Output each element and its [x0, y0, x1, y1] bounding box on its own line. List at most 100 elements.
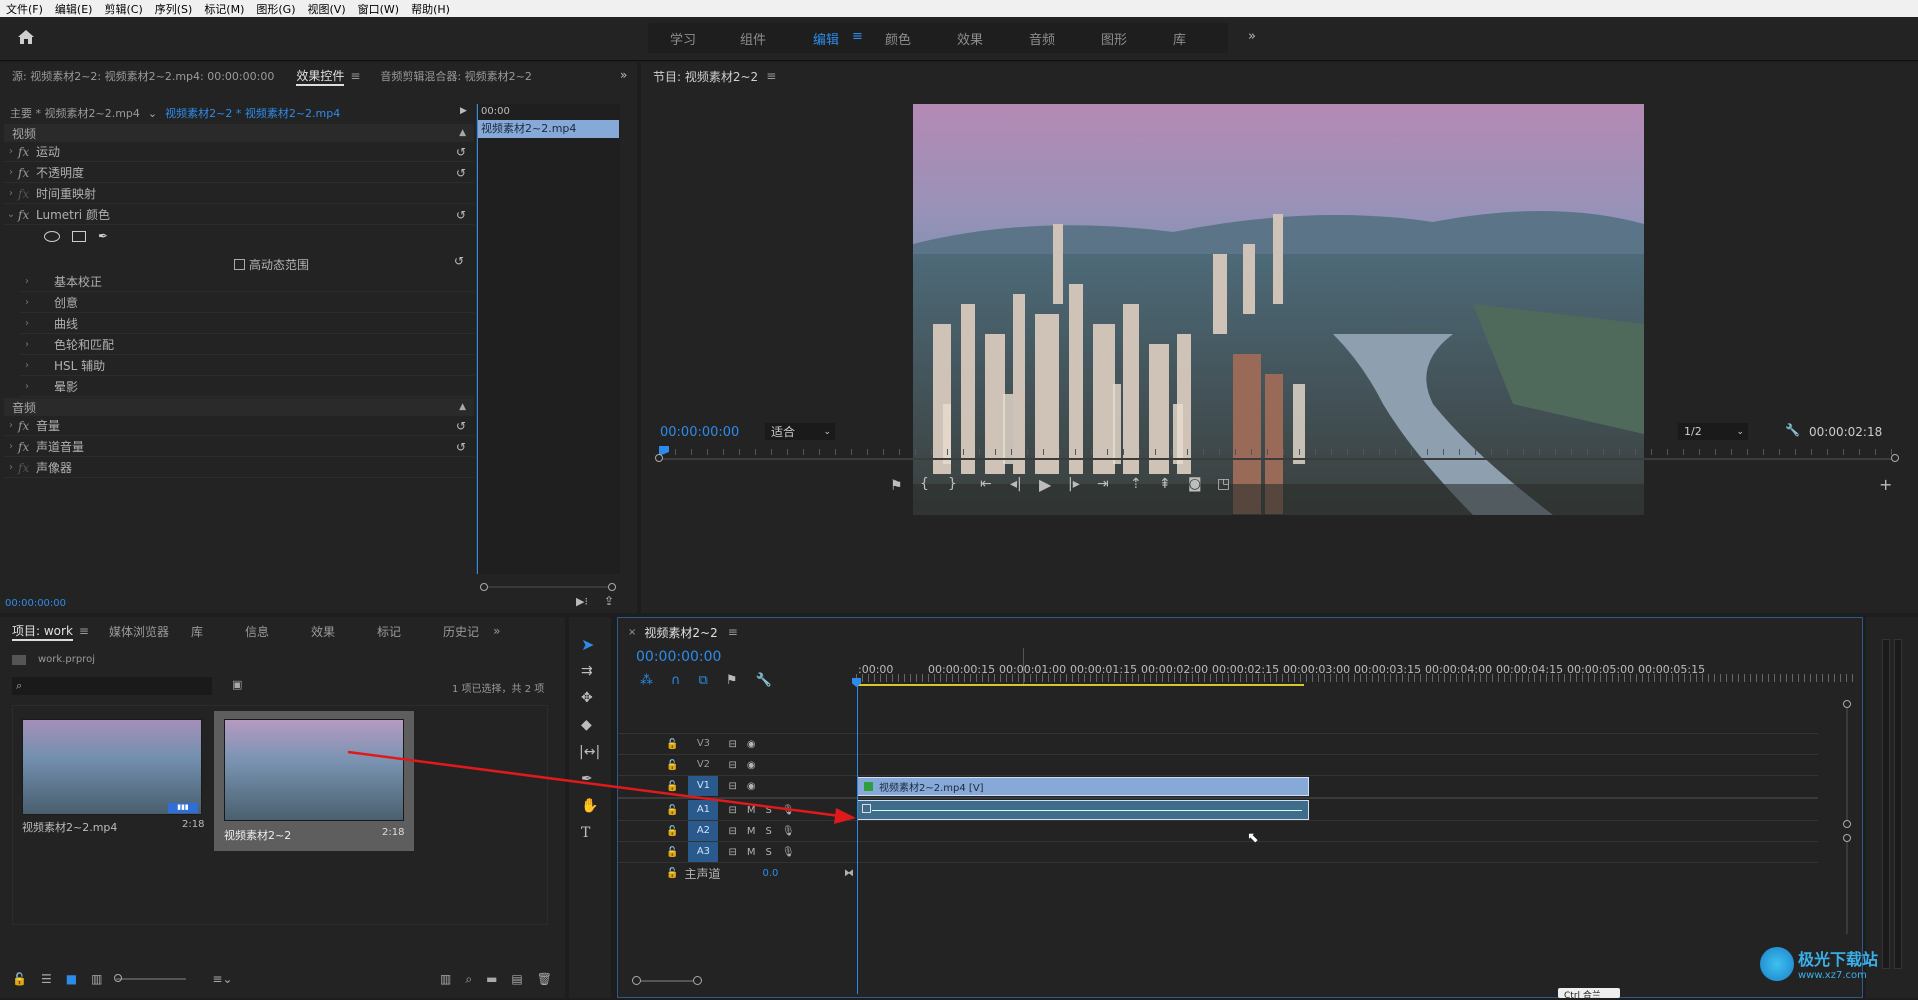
mark-in-icon[interactable]: {	[920, 476, 929, 492]
chevron-right-icon[interactable]: ›	[20, 339, 34, 350]
add-button-icon[interactable]: +	[1879, 475, 1892, 494]
lock-icon[interactable]: 🔓	[666, 739, 678, 750]
fx-icon[interactable]: fx	[18, 145, 36, 159]
chevron-right-icon[interactable]: ›	[4, 420, 18, 431]
timeline-title[interactable]: 视频素材2~2	[644, 624, 717, 641]
sync-lock-icon[interactable]: ⊟	[728, 826, 736, 837]
ripple-edit-tool-icon[interactable]: ✥	[581, 690, 593, 706]
play-icon[interactable]: ▶	[1039, 475, 1051, 494]
eye-icon[interactable]: ◉	[747, 781, 756, 792]
effect-row-opacity[interactable]: › fx 不透明度 ↺	[4, 163, 474, 183]
tab-libraries[interactable]: 库	[191, 623, 203, 640]
fx-icon[interactable]: fx	[18, 166, 36, 180]
ws-menu-icon[interactable]: ≡	[852, 29, 863, 44]
mute-button[interactable]: M	[747, 805, 756, 816]
play-only-icon[interactable]: ▶	[460, 106, 467, 116]
ws-tab-learn[interactable]: 学习	[670, 29, 696, 48]
filter-icon[interactable]: ▶⁝	[576, 595, 588, 608]
go-to-end-icon[interactable]: ⧓	[844, 868, 854, 879]
lock-icon[interactable]: 🔓	[12, 972, 27, 986]
tab-info[interactable]: 信息	[245, 623, 269, 640]
reset-icon[interactable]: ↺	[456, 166, 466, 180]
horizontal-zoom-scrollbar[interactable]	[632, 976, 702, 986]
menu-window[interactable]: 窗口(W)	[352, 1, 405, 17]
menu-view[interactable]: 视图(V)	[302, 1, 352, 17]
close-icon[interactable]: ×	[628, 627, 636, 638]
panel-menu-icon[interactable]: ≡	[79, 624, 89, 638]
ws-tab-graphics[interactable]: 图形	[1101, 29, 1127, 48]
collapse-icon[interactable]: ▲	[459, 402, 466, 412]
sync-lock-icon[interactable]: ⊟	[728, 781, 736, 792]
chevron-right-icon[interactable]: ›	[20, 360, 34, 371]
lumetri-basic[interactable]: › 基本校正	[20, 272, 474, 292]
menu-graphics[interactable]: 图形(G)	[250, 1, 301, 17]
collapse-icon[interactable]: ▲	[459, 128, 466, 138]
expand-panels-icon[interactable]: »	[620, 68, 627, 82]
menu-edit[interactable]: 编辑(E)	[49, 1, 99, 17]
track-label[interactable]: V1	[688, 776, 719, 796]
chevron-right-icon[interactable]: ›	[20, 276, 34, 287]
new-bin-from-search-icon[interactable]: ▣	[232, 678, 242, 691]
chevron-right-icon[interactable]: ›	[4, 441, 18, 452]
add-marker-icon[interactable]: ⚑	[726, 673, 738, 688]
camera-icon[interactable]: ◙	[1188, 476, 1202, 492]
program-scrub-bar[interactable]	[655, 446, 1899, 466]
hdr-checkbox[interactable]	[234, 259, 245, 270]
export-icon[interactable]: ⇪	[604, 594, 614, 608]
lumetri-wheels[interactable]: › 色轮和匹配	[20, 335, 474, 355]
razor-tool-icon[interactable]: ◆	[581, 717, 592, 733]
new-bin-icon[interactable]: ▬	[486, 972, 497, 986]
automate-icon[interactable]: ▥	[440, 972, 451, 986]
effect-row-volume[interactable]: › fx 音量 ↺	[4, 416, 474, 436]
work-area-bar[interactable]	[856, 684, 1304, 686]
home-icon[interactable]	[16, 28, 36, 48]
fit-dropdown[interactable]: 适合 ⌄	[765, 423, 835, 440]
video-clip[interactable]: 视频素材2~2.mp4 [V]	[857, 777, 1309, 796]
go-to-in-icon[interactable]: ⇤	[980, 476, 992, 492]
reset-icon[interactable]: ↺	[454, 254, 464, 268]
mini-clip[interactable]: 视频素材2~2.mp4	[477, 120, 619, 138]
microphone-icon[interactable]: 🎙	[782, 826, 795, 837]
lock-icon[interactable]: 🔓	[666, 868, 678, 879]
solo-button[interactable]: S	[765, 826, 771, 837]
effect-row-time-remap[interactable]: › fx 时间重映射	[4, 184, 474, 204]
eye-icon[interactable]: ◉	[747, 739, 756, 750]
menu-file[interactable]: 文件(F)	[0, 1, 49, 17]
reset-icon[interactable]: ↺	[456, 440, 466, 454]
mark-out-icon[interactable]: }	[948, 476, 957, 492]
tab-markers[interactable]: 标记	[377, 623, 401, 640]
selection-tool-icon[interactable]: ➤	[581, 635, 594, 654]
ws-tab-effects[interactable]: 效果	[957, 29, 983, 48]
chevron-down-icon[interactable]: ⌄	[4, 209, 18, 220]
panel-menu-icon[interactable]: ≡	[766, 69, 776, 83]
ws-tab-assembly[interactable]: 组件	[740, 29, 766, 48]
master-level[interactable]: 0.0	[762, 868, 778, 879]
panel-menu-icon[interactable]: ≡	[728, 625, 738, 639]
solo-button[interactable]: S	[765, 805, 771, 816]
expand-panels-icon[interactable]: »	[493, 624, 500, 638]
microphone-icon[interactable]: 🎙	[782, 847, 795, 858]
fx-icon[interactable]: fx	[18, 440, 36, 454]
lock-icon[interactable]: 🔓	[666, 781, 678, 792]
lumetri-hsl[interactable]: › HSL 辅助	[20, 356, 474, 376]
go-to-out-icon[interactable]: ⇥	[1097, 476, 1109, 492]
lumetri-curves[interactable]: › 曲线	[20, 314, 474, 334]
lumetri-creative[interactable]: › 创意	[20, 293, 474, 313]
pen-mask-icon[interactable]: ✒	[98, 229, 108, 243]
mini-zoom-scrollbar[interactable]	[480, 582, 616, 591]
menu-help[interactable]: 帮助(H)	[405, 1, 456, 17]
reset-icon[interactable]: ↺	[456, 145, 466, 159]
track-label[interactable]: A3	[688, 842, 719, 862]
resolution-dropdown[interactable]: 1/2 ⌄	[1678, 423, 1748, 440]
ws-tab-audio[interactable]: 音频	[1029, 29, 1055, 48]
track-label[interactable]: A2	[688, 821, 719, 841]
chevron-right-icon[interactable]: ›	[20, 297, 34, 308]
track-select-tool-icon[interactable]: ⇉	[581, 663, 593, 679]
chevron-right-icon[interactable]: ›	[4, 146, 18, 157]
tab-media-browser[interactable]: 媒体浏览器	[109, 623, 169, 640]
panel-menu-icon[interactable]: ≡	[350, 69, 360, 83]
menu-sequence[interactable]: 序列(S)	[149, 1, 199, 17]
sync-lock-icon[interactable]: ⊟	[728, 760, 736, 771]
lock-icon[interactable]: 🔓	[666, 805, 678, 816]
rect-mask-icon[interactable]	[72, 230, 86, 242]
